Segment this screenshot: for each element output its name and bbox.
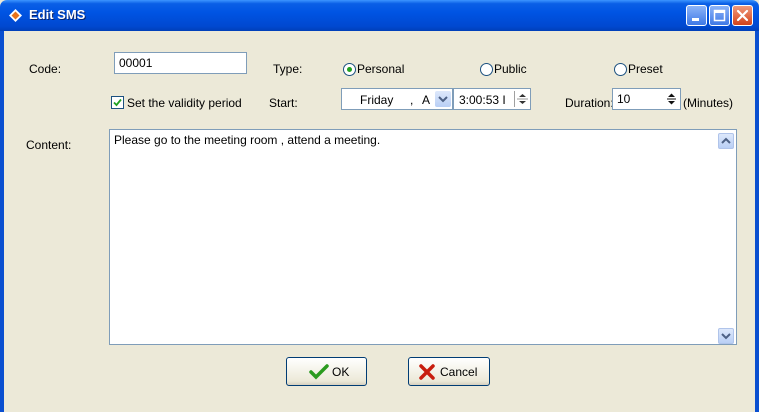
close-icon bbox=[736, 9, 749, 22]
spinner-arrows-icon bbox=[517, 94, 528, 104]
date-dropdown-button[interactable] bbox=[435, 91, 451, 107]
start-month: A bbox=[422, 93, 431, 107]
maximize-icon bbox=[713, 9, 726, 22]
radio-selected-dot bbox=[347, 67, 352, 72]
duration-label: Duration: bbox=[565, 96, 614, 110]
validity-checkbox[interactable] bbox=[111, 96, 124, 109]
content-textarea[interactable]: Please go to the meeting room , attend a… bbox=[109, 129, 737, 345]
start-time-input[interactable]: 3:00:53 I bbox=[453, 88, 531, 110]
radio-public-button[interactable] bbox=[480, 63, 493, 76]
code-label: Code: bbox=[29, 62, 62, 76]
close-button[interactable] bbox=[732, 5, 753, 26]
ok-label: OK bbox=[332, 365, 350, 379]
start-date-picker[interactable]: Friday , A bbox=[341, 88, 453, 110]
radio-public-label: Public bbox=[494, 62, 527, 76]
start-separator: , bbox=[410, 93, 414, 107]
window-border-left bbox=[0, 31, 4, 412]
content-text: Please go to the meeting room , attend a… bbox=[114, 133, 381, 147]
start-label: Start: bbox=[269, 96, 298, 110]
title-bar: Edit SMS bbox=[0, 0, 759, 31]
minimize-icon bbox=[692, 18, 699, 21]
content-label: Content: bbox=[26, 138, 72, 152]
scroll-up-button[interactable] bbox=[718, 133, 734, 149]
radio-personal-label: Personal bbox=[357, 62, 405, 76]
app-icon bbox=[9, 9, 22, 22]
duration-input[interactable]: 10 bbox=[612, 88, 681, 110]
type-label: Type: bbox=[273, 62, 303, 76]
scroll-down-button[interactable] bbox=[718, 328, 734, 344]
check-icon bbox=[113, 98, 122, 107]
cancel-button[interactable]: Cancel bbox=[408, 357, 490, 386]
window-title: Edit SMS bbox=[29, 7, 86, 22]
code-value: 00001 bbox=[119, 56, 153, 70]
checkmark-icon bbox=[309, 364, 329, 380]
radio-personal-button[interactable] bbox=[343, 63, 356, 76]
code-input[interactable]: 00001 bbox=[114, 52, 247, 74]
time-spinner[interactable] bbox=[514, 91, 530, 107]
maximize-button[interactable] bbox=[709, 5, 730, 26]
ok-button[interactable]: OK bbox=[286, 357, 367, 386]
window-border-right bbox=[755, 31, 759, 412]
radio-preset-label: Preset bbox=[628, 62, 663, 76]
cancel-x-icon bbox=[419, 364, 435, 380]
chevron-up-icon bbox=[721, 137, 731, 144]
chevron-down-icon bbox=[438, 96, 448, 103]
duration-unit: (Minutes) bbox=[683, 96, 734, 110]
duration-value: 10 bbox=[617, 92, 631, 106]
start-day: Friday bbox=[360, 93, 394, 107]
radio-preset-button[interactable] bbox=[614, 63, 627, 76]
duration-spinner[interactable] bbox=[664, 91, 679, 107]
minimize-button[interactable] bbox=[686, 5, 707, 26]
start-time: 3:00:53 I bbox=[459, 93, 506, 107]
cancel-label: Cancel bbox=[440, 365, 478, 379]
validity-label: Set the validity period bbox=[127, 96, 242, 110]
spinner-arrows-icon bbox=[667, 93, 676, 105]
chevron-down-icon bbox=[721, 333, 731, 340]
